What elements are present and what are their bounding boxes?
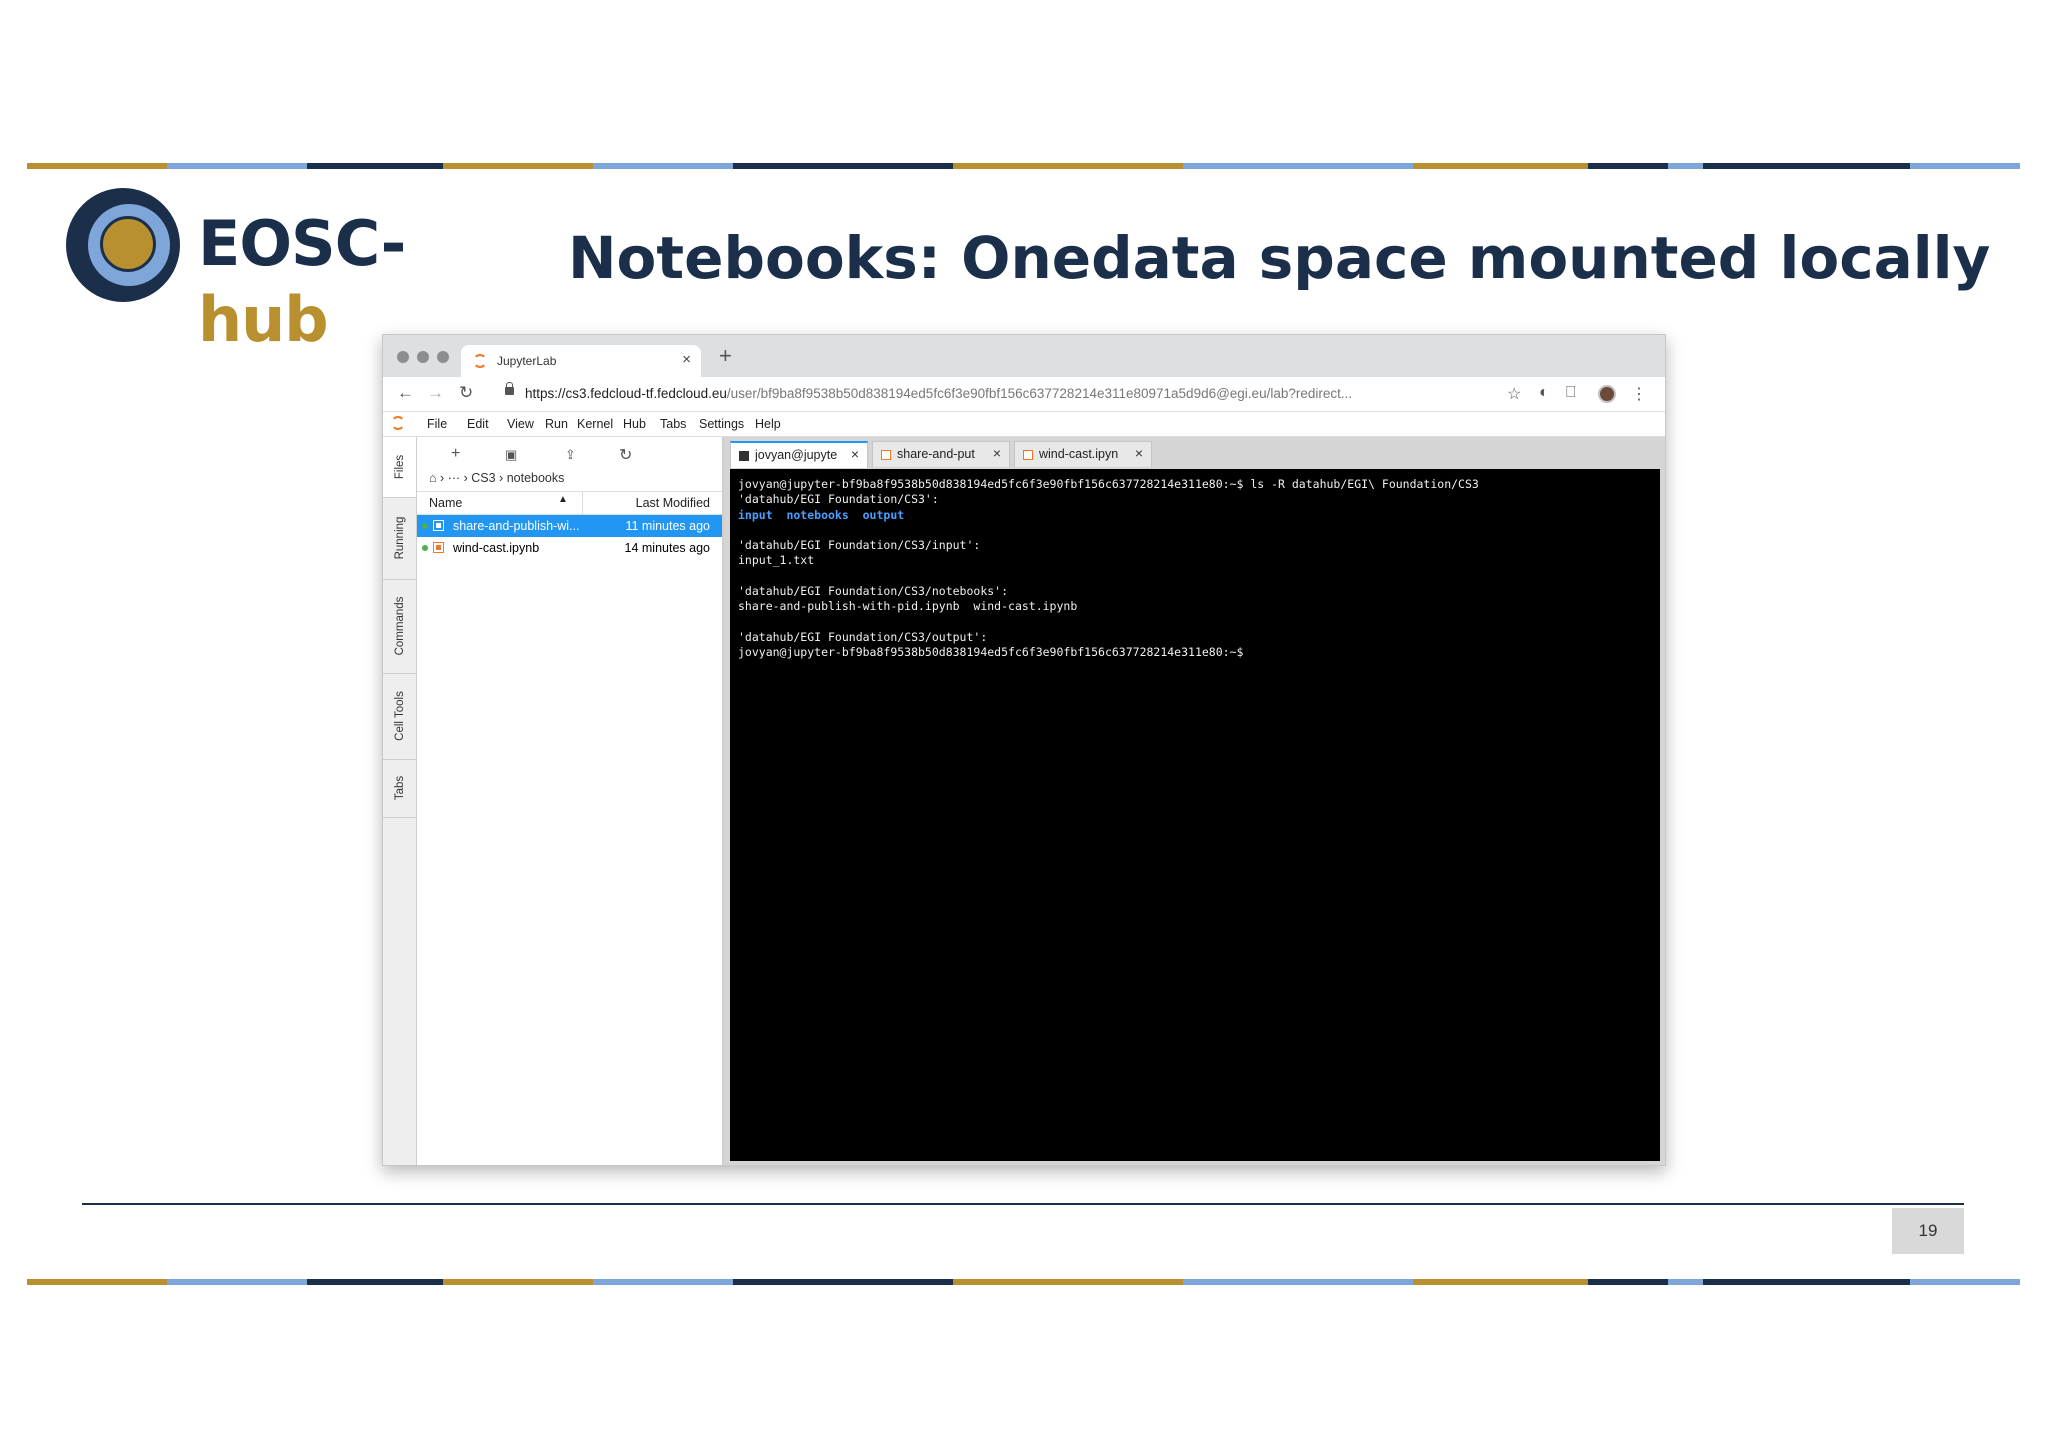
page-number: 19 <box>1892 1208 1964 1254</box>
sidebar-tab-cell-tools[interactable]: Cell Tools <box>383 673 416 760</box>
sidebar-tab-commands[interactable]: Commands <box>383 579 416 674</box>
jupyter-favicon-icon <box>473 354 487 368</box>
maximize-window-button[interactable] <box>437 351 449 363</box>
top-color-stripe <box>27 163 2020 169</box>
menu-kernel[interactable]: Kernel <box>577 417 613 431</box>
forward-icon[interactable]: → <box>427 383 444 403</box>
notebook-icon <box>433 542 444 553</box>
running-indicator-icon <box>422 523 428 529</box>
file-modified: 11 minutes ago <box>625 519 710 533</box>
terminal-line: jovyan@jupyter-bf9ba8f9538b50d838194ed5f… <box>738 645 1244 660</box>
sidebar-tab-running[interactable]: Running <box>383 497 416 580</box>
new-launcher-button[interactable]: + <box>451 445 460 463</box>
running-indicator-icon <box>422 545 428 551</box>
tab-terminal[interactable]: jovyan@jupyte × <box>730 441 868 468</box>
file-list-header: Name ▲ Last Modified <box>417 491 722 515</box>
menu-tabs[interactable]: Tabs <box>660 417 686 431</box>
new-folder-icon[interactable]: ▣ <box>505 447 517 463</box>
bookmark-icon[interactable]: ⎕ <box>1566 384 1576 402</box>
terminal-line: input notebooks output <box>738 507 905 522</box>
sidebar-tab-files[interactable]: Files <box>383 437 416 498</box>
terminal-line: 'datahub/EGI Foundation/CS3': <box>738 492 939 507</box>
minimize-window-button[interactable] <box>417 351 429 363</box>
notebook-icon <box>881 450 891 460</box>
browser-tab-title: JupyterLab <box>497 354 557 368</box>
browser-tab-jupyterlab[interactable]: JupyterLab × <box>461 345 701 377</box>
terminal-line: jovyan@jupyter-bf9ba8f9538b50d838194ed5f… <box>738 477 1479 491</box>
menu-settings[interactable]: Settings <box>699 417 744 431</box>
slide-title: Notebooks: Onedata space mounted locally <box>568 224 1991 292</box>
tab-wind-cast[interactable]: wind-cast.ipyn × <box>1014 441 1152 467</box>
terminal-line: 'datahub/EGI Foundation/CS3/output': <box>738 629 988 644</box>
terminal-panel[interactable]: jovyan@jupyter-bf9ba8f9538b50d838194ed5f… <box>730 469 1660 1161</box>
more-icon[interactable]: ⋮ <box>1631 384 1647 404</box>
column-name[interactable]: Name <box>429 496 462 510</box>
browser-tabbar: JupyterLab × + <box>383 335 1665 377</box>
menu-hub[interactable]: Hub <box>623 417 646 431</box>
bottom-color-stripe <box>27 1279 2020 1285</box>
avatar[interactable] <box>1598 385 1616 403</box>
menu-run[interactable]: Run <box>545 417 568 431</box>
menu-help[interactable]: Help <box>755 417 781 431</box>
jupyter-menubar: File Edit View Run Kernel Hub Tabs Setti… <box>383 412 1665 437</box>
file-modified: 14 minutes ago <box>624 541 710 555</box>
close-icon[interactable]: × <box>1135 445 1143 461</box>
back-icon[interactable]: ← <box>397 383 414 403</box>
home-icon[interactable]: ⌂ <box>429 471 437 485</box>
column-last-modified[interactable]: Last Modified <box>636 496 710 510</box>
sidebar-tab-tabs[interactable]: Tabs <box>383 759 416 818</box>
breadcrumb[interactable]: ⌂ › ··· › CS3 › notebooks <box>429 471 564 485</box>
refresh-icon[interactable]: ↻ <box>619 445 632 465</box>
terminal-line: 'datahub/EGI Foundation/CS3/notebooks': <box>738 584 1009 599</box>
eosc-hub-logo: EOSC-hub <box>66 186 486 356</box>
tab-share-and-publish[interactable]: share-and-put × <box>872 441 1010 467</box>
extension-icon[interactable]: ◐ <box>1539 384 1549 402</box>
address-bar: ← → ↻ https://cs3.fedcloud-tf.fedcloud.e… <box>383 377 1665 412</box>
left-sidebar: Files Running Commands Cell Tools Tabs <box>383 437 417 1165</box>
terminal-line: share-and-publish-with-pid.ipynb wind-ca… <box>738 599 1078 614</box>
file-row[interactable]: share-and-publish-wi... 11 minutes ago <box>417 515 722 537</box>
close-icon[interactable]: × <box>993 445 1001 461</box>
sort-ascending-icon: ▲ <box>558 494 568 505</box>
menu-file[interactable]: File <box>427 417 447 431</box>
file-name: share-and-publish-wi... <box>453 519 580 533</box>
terminal-icon <box>739 451 749 461</box>
menu-view[interactable]: View <box>507 417 534 431</box>
browser-window: JupyterLab × + ← → ↻ https://cs3.fedclou… <box>382 334 1666 1166</box>
terminal-line: input_1.txt <box>738 553 815 568</box>
close-tab-icon[interactable]: × <box>682 351 691 368</box>
notebook-icon <box>1023 450 1033 460</box>
upload-icon[interactable]: ⇪ <box>565 447 576 463</box>
file-row[interactable]: wind-cast.ipynb 14 minutes ago <box>417 537 722 559</box>
file-browser: + ▣ ⇪ ↻ ⌂ › ··· › CS3 › notebooks Name ▲… <box>417 437 724 1165</box>
main-dock-area: jovyan@jupyte × share-and-put × wind-cas… <box>724 437 1665 1165</box>
file-name: wind-cast.ipynb <box>453 541 540 555</box>
star-icon[interactable]: ☆ <box>1507 384 1521 404</box>
close-icon[interactable]: × <box>851 446 859 462</box>
new-tab-button[interactable]: + <box>719 343 732 369</box>
reload-icon[interactable]: ↻ <box>459 383 473 403</box>
close-window-button[interactable] <box>397 351 409 363</box>
footer-divider <box>82 1203 1964 1205</box>
lock-icon <box>505 382 514 395</box>
menu-edit[interactable]: Edit <box>467 417 489 431</box>
jupyter-logo-icon <box>391 416 405 430</box>
url-field[interactable]: https://cs3.fedcloud-tf.fedcloud.eu/user… <box>525 386 1352 401</box>
terminal-line: 'datahub/EGI Foundation/CS3/input': <box>738 538 981 553</box>
notebook-icon <box>433 520 444 531</box>
